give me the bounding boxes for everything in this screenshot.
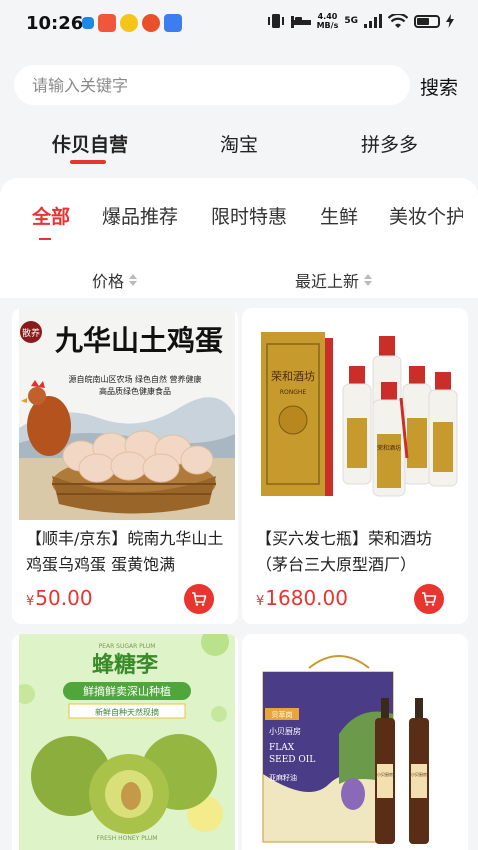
category-tab-deals[interactable]: 限时特惠 — [211, 202, 287, 229]
box-latin-2: SEED OIL — [269, 755, 315, 765]
box-name: 小贝厨房 — [269, 726, 301, 736]
app-notification-icon — [82, 17, 94, 29]
network-speed: 4.40 MB/s — [317, 12, 339, 30]
active-tab-indicator — [70, 160, 106, 164]
app-notification-icon — [98, 14, 116, 32]
product-price: ¥50.00 — [26, 586, 93, 610]
sort-newest[interactable]: 最近上新 — [295, 268, 373, 292]
search-box[interactable] — [14, 65, 410, 105]
egg-basket-image: 散养 九华山土鸡蛋 源自皖南山区农场 绿色自然 营养健康 高品质绿色健康食品 — [19, 308, 235, 520]
sort-price-label: 价格 — [92, 272, 125, 291]
app-notification-icon — [142, 14, 160, 32]
currency-symbol: ¥ — [256, 594, 265, 609]
image-line-1: 源自皖南山区农场 绿色自然 营养健康 — [68, 374, 201, 384]
active-category-indicator — [39, 238, 51, 240]
product-image[interactable]: 荣和酒坊 RONGHE 荣和酒坊 — [249, 308, 465, 520]
speed-unit: MB/s — [316, 21, 339, 30]
category-tab-beauty[interactable]: 美妆个护 — [389, 202, 463, 229]
product-image[interactable]: PEAR SUGAR PLUM 蜂糖李 鲜摘鲜卖深山种植 新鲜自种天然现摘 FR… — [19, 634, 235, 850]
product-card[interactable]: 贝萃岗 小贝厨房 FLAX SEED OIL 亚麻籽油 小贝厨房 小贝厨房 — [242, 634, 468, 850]
product-title[interactable]: 【顺丰/京东】皖南九华山土鸡蛋乌鸡蛋 蛋黄饱满 — [26, 526, 230, 578]
image-line-1: 鲜摘鲜卖深山种植 — [83, 684, 171, 698]
category-tab-fresh[interactable]: 生鲜 — [320, 202, 358, 229]
product-price: ¥1680.00 — [256, 586, 348, 610]
wifi-icon — [388, 13, 408, 28]
badge-text: 散养 — [22, 327, 40, 339]
tab-self-operated[interactable]: 佧贝自营 — [52, 130, 128, 157]
status-time: 10:26 — [26, 13, 84, 34]
image-line-2: 新鲜自种天然现摘 — [95, 707, 159, 717]
image-headline: 九华山土鸡蛋 — [55, 324, 223, 357]
product-image[interactable]: 贝萃岗 小贝厨房 FLAX SEED OIL 亚麻籽油 小贝厨房 小贝厨房 — [249, 634, 465, 850]
sort-price[interactable]: 价格 — [92, 268, 138, 292]
bottle-label: 小贝厨房 — [411, 771, 427, 777]
sleep-mode-icon — [290, 16, 311, 28]
battery-icon — [414, 14, 440, 28]
currency-symbol: ¥ — [26, 594, 35, 609]
liquor-bottles-image: 荣和酒坊 RONGHE 荣和酒坊 — [249, 308, 465, 520]
product-card[interactable]: 散养 九华山土鸡蛋 源自皖南山区农场 绿色自然 营养健康 高品质绿色健康食品 【… — [12, 308, 238, 624]
cart-icon — [422, 592, 437, 606]
sort-arrows-icon — [364, 274, 373, 286]
add-to-cart-button[interactable] — [414, 584, 444, 614]
box-brand: 贝萃岗 — [272, 710, 293, 719]
category-tab-all[interactable]: 全部 — [32, 202, 70, 229]
notification-icons — [82, 14, 182, 32]
box-latin: RONGHE — [280, 389, 307, 396]
category-tab-overflow: 美妆个护 — [389, 202, 463, 230]
app-notification-icon — [120, 14, 138, 32]
image-latin-bottom: FRESH HONEY PLUM — [97, 835, 158, 842]
system-status-icons: 4.40 MB/s 5G — [267, 12, 454, 30]
plum-image: PEAR SUGAR PLUM 蜂糖李 鲜摘鲜卖深山种植 新鲜自种天然现摘 FR… — [19, 634, 235, 850]
add-to-cart-button[interactable] — [184, 584, 214, 614]
vibrate-icon — [267, 14, 284, 28]
speed-value: 4.40 — [317, 12, 338, 21]
price-value: 50.00 — [35, 586, 93, 610]
charging-icon — [446, 14, 454, 28]
product-title[interactable]: 【买六发七瓶】荣和酒坊（茅台三大原型酒厂） — [256, 526, 460, 578]
category-tab-hot[interactable]: 爆品推荐 — [102, 202, 178, 229]
signal-icon — [364, 14, 382, 28]
product-image[interactable]: 散养 九华山土鸡蛋 源自皖南山区农场 绿色自然 营养健康 高品质绿色健康食品 — [19, 308, 235, 520]
search-input[interactable] — [32, 74, 392, 96]
product-card[interactable]: PEAR SUGAR PLUM 蜂糖李 鲜摘鲜卖深山种植 新鲜自种天然现摘 FR… — [12, 634, 238, 850]
bottle-label: 小贝厨房 — [377, 771, 393, 777]
box-text: 荣和酒坊 — [271, 369, 315, 383]
bottle-text: 荣和酒坊 — [377, 444, 401, 452]
app-notification-icon — [164, 14, 182, 32]
image-line-2: 高品质绿色健康食品 — [99, 386, 171, 396]
product-card[interactable]: 荣和酒坊 RONGHE 荣和酒坊 【买六发七瓶】荣和酒坊（茅台三大原型酒厂） ¥… — [242, 308, 468, 624]
flax-oil-image: 贝萃岗 小贝厨房 FLAX SEED OIL 亚麻籽油 小贝厨房 小贝厨房 — [249, 634, 465, 850]
cart-icon — [192, 592, 207, 606]
image-latin-top: PEAR SUGAR PLUM — [99, 643, 156, 650]
status-bar: 10:26 4.40 MB/s 5G — [0, 0, 478, 48]
box-latin-1: FLAX — [269, 743, 295, 753]
search-button[interactable]: 搜索 — [420, 73, 458, 100]
filter-panel — [0, 178, 478, 298]
box-sub: 亚麻籽油 — [269, 773, 297, 782]
image-headline: 蜂糖李 — [92, 652, 159, 678]
tab-taobao[interactable]: 淘宝 — [220, 130, 258, 157]
price-value: 1680.00 — [265, 586, 348, 610]
sort-arrows-icon — [129, 274, 138, 286]
tab-pinduoduo[interactable]: 拼多多 — [361, 130, 418, 157]
sort-newest-label: 最近上新 — [295, 272, 360, 291]
network-type: 5G — [344, 16, 358, 26]
